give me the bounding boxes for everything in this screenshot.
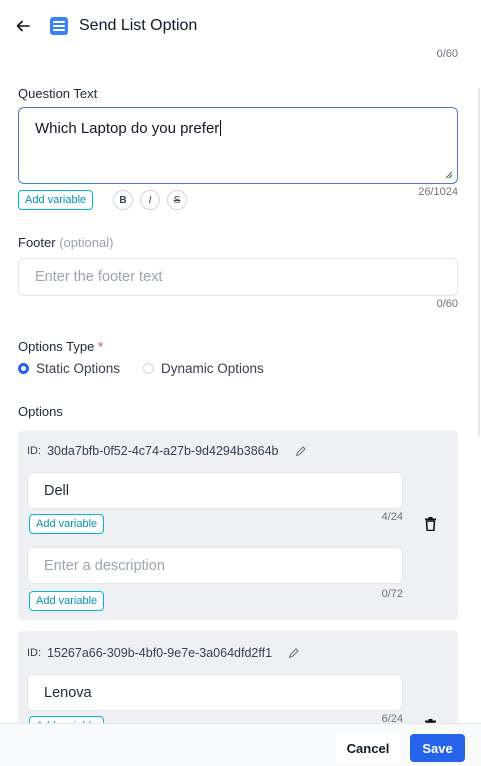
footer-counter: 0/60 — [436, 298, 458, 310]
options-type-label-text: Options Type — [18, 339, 95, 354]
action-bar: Cancel Save — [0, 723, 481, 766]
option-description-placeholder: Enter a description — [44, 557, 165, 574]
resize-handle-icon[interactable] — [444, 170, 453, 179]
option-title-input[interactable]: Dell — [27, 472, 403, 509]
question-add-variable-button[interactable]: Add variable — [18, 190, 94, 210]
options-label: Options — [18, 404, 63, 419]
pencil-icon[interactable] — [295, 445, 306, 457]
option-description-input[interactable]: Enter a description — [27, 547, 403, 584]
option-description-add-variable-button[interactable]: Add variable — [29, 591, 105, 611]
option-title-input[interactable]: Lenova — [27, 674, 403, 711]
back-button[interactable] — [12, 15, 34, 37]
page-header: Send List Option — [0, 0, 481, 52]
save-button[interactable]: Save — [410, 734, 465, 762]
trash-icon[interactable] — [425, 517, 436, 531]
bold-button[interactable]: B — [113, 190, 133, 210]
scrollbar[interactable] — [478, 88, 480, 436]
cancel-button[interactable]: Cancel — [336, 734, 400, 762]
strikethrough-button[interactable]: S — [167, 190, 187, 210]
option-id-label: ID: — [27, 445, 42, 457]
footer-label-text: Footer — [18, 235, 56, 250]
radio-dynamic-label: Dynamic Options — [161, 361, 264, 376]
option-id-value: 30da7bfb-0f52-4c74-a27b-9d4294b3864b — [47, 444, 279, 458]
question-value: Which Laptop do you prefer — [35, 120, 220, 137]
option-description-counter: 0/72 — [381, 588, 403, 600]
option-id-value: 15267a66-309b-4bf0-9e7e-3a064dfd2ff1 — [47, 646, 273, 660]
option-id-label: ID: — [27, 647, 42, 659]
radio-static-options[interactable]: Static Options — [18, 361, 120, 376]
italic-button[interactable]: I — [140, 190, 160, 210]
arrow-left-icon — [16, 20, 30, 32]
footer-placeholder: Enter the footer text — [35, 269, 163, 285]
footer-input[interactable]: Enter the footer text — [18, 258, 458, 296]
radio-dynamic-options[interactable]: Dynamic Options — [143, 361, 264, 376]
options-type-label: Options Type * — [18, 339, 103, 354]
radio-static-label: Static Options — [36, 361, 121, 376]
option-id: ID: 15267a66-309b-4bf0-9e7e-3a064dfd2ff1 — [27, 646, 299, 660]
text-caret — [220, 120, 222, 136]
radio-unselected-icon — [143, 363, 154, 374]
footer-label: Footer (optional) — [18, 235, 113, 250]
list-icon — [50, 17, 68, 35]
question-label: Question Text — [18, 86, 98, 101]
previous-field-counter: 0/60 — [436, 48, 458, 60]
option-id: ID: 30da7bfb-0f52-4c74-a27b-9d4294b3864b — [27, 444, 306, 458]
page-title: Send List Option — [79, 17, 198, 34]
pencil-icon[interactable] — [288, 647, 299, 659]
option-title-counter: 4/24 — [381, 511, 403, 523]
option-title-add-variable-button[interactable]: Add variable — [29, 514, 105, 534]
question-counter: 26/1024 — [418, 186, 458, 198]
question-textarea[interactable]: Which Laptop do you prefer — [18, 107, 458, 184]
required-mark: * — [98, 339, 104, 354]
optional-hint: (optional) — [59, 235, 114, 250]
option-title-value: Dell — [44, 482, 69, 499]
radio-selected-icon — [18, 363, 29, 374]
option-title-value: Lenova — [44, 684, 92, 701]
